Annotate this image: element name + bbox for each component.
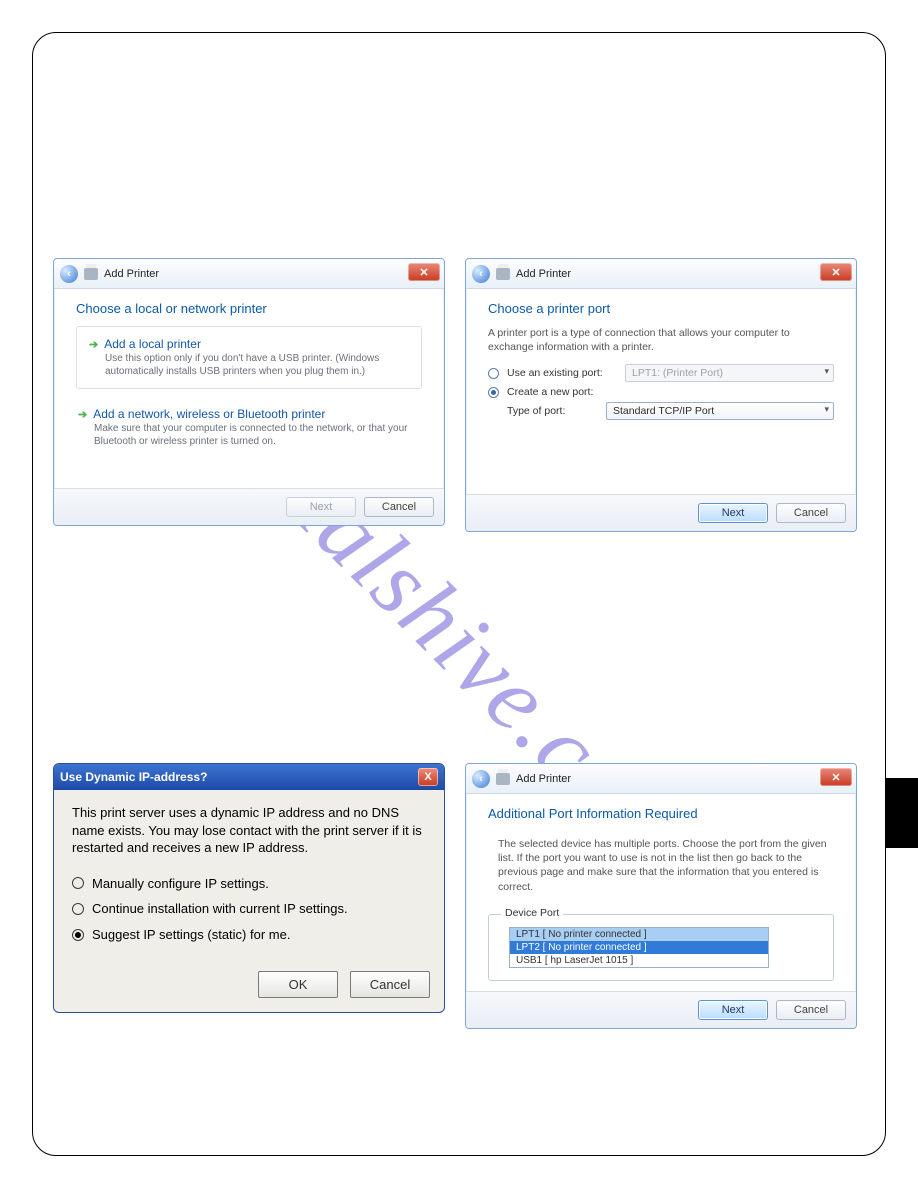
printer-icon: [496, 268, 510, 280]
cancel-button[interactable]: Cancel: [350, 971, 430, 998]
arrow-icon: ➔: [78, 408, 87, 421]
cancel-button[interactable]: Cancel: [776, 503, 846, 523]
device-port-list[interactable]: LPT1 [ No printer connected ] LPT2 [ No …: [509, 927, 769, 968]
dialog-titlebar: ‹ Add Printer ✕: [466, 259, 856, 289]
wizard-heading: Choose a printer port: [488, 301, 834, 316]
option-subtitle: Use this option only if you don't have a…: [89, 353, 409, 378]
radio-label: Suggest IP settings (static) for me.: [92, 926, 290, 944]
close-button[interactable]: ✕: [408, 263, 440, 281]
side-tab: [885, 778, 918, 848]
field-label: Type of port:: [507, 405, 598, 417]
wizard-heading: Choose a local or network printer: [76, 301, 422, 316]
ok-button[interactable]: OK: [258, 971, 338, 998]
option-title: Add a local printer: [104, 337, 201, 351]
dialog-titlebar: ‹ Add Printer ✕: [54, 259, 444, 289]
back-icon[interactable]: ‹: [472, 265, 490, 283]
radio-create-new-port[interactable]: [488, 387, 499, 398]
next-button[interactable]: Next: [698, 1000, 768, 1020]
dialog-add-printer-choose-port: ‹ Add Printer ✕ Choose a printer port A …: [465, 258, 857, 532]
radio-use-existing-port[interactable]: [488, 368, 499, 379]
option-title: Add a network, wireless or Bluetooth pri…: [93, 407, 325, 421]
dialog-title: Add Printer: [516, 773, 571, 785]
wizard-description: A printer port is a type of connection t…: [488, 326, 834, 354]
arrow-icon: ➔: [89, 338, 98, 351]
cancel-button[interactable]: Cancel: [364, 497, 434, 517]
radio-manual-ip[interactable]: [72, 877, 84, 889]
next-button: Next: [286, 497, 356, 517]
dialog-additional-port-info: ‹ Add Printer ✕ Additional Port Informat…: [465, 763, 857, 1029]
option-add-network-printer[interactable]: ➔ Add a network, wireless or Bluetooth pr…: [76, 407, 422, 478]
radio-continue-current-ip[interactable]: [72, 903, 84, 915]
document-page: manualshive.com ‹ Add Printer ✕ Choose a…: [32, 32, 886, 1156]
existing-port-combo: LPT1: (Printer Port): [625, 364, 834, 382]
close-button[interactable]: X: [418, 768, 438, 786]
radio-label: Create a new port:: [507, 386, 617, 398]
fieldset-legend: Device Port: [501, 907, 563, 919]
radio-label: Manually configure IP settings.: [92, 875, 269, 893]
dialog-add-printer-choose-type: ‹ Add Printer ✕ Choose a local or networ…: [53, 258, 445, 526]
list-item[interactable]: USB1 [ hp LaserJet 1015 ]: [510, 954, 768, 967]
cancel-button[interactable]: Cancel: [776, 1000, 846, 1020]
dialog-body-text: This print server uses a dynamic IP addr…: [72, 804, 426, 857]
wizard-description: The selected device has multiple ports. …: [488, 831, 834, 894]
device-port-fieldset: Device Port LPT1 [ No printer connected …: [488, 914, 834, 981]
dialog-use-dynamic-ip: Use Dynamic IP-address? X This print ser…: [53, 763, 445, 1013]
dialog-titlebar: ‹ Add Printer ✕: [466, 764, 856, 794]
radio-label: Continue installation with current IP se…: [92, 900, 348, 918]
printer-icon: [496, 773, 510, 785]
option-subtitle: Make sure that your computer is connecte…: [78, 423, 420, 448]
radio-suggest-static-ip[interactable]: [72, 929, 84, 941]
port-type-combo[interactable]: Standard TCP/IP Port: [606, 402, 834, 420]
radio-label: Use an existing port:: [507, 367, 617, 379]
dialog-title: Add Printer: [104, 268, 159, 280]
wizard-heading: Additional Port Information Required: [488, 806, 834, 821]
next-button[interactable]: Next: [698, 503, 768, 523]
dialog-title: Use Dynamic IP-address?: [60, 770, 207, 784]
printer-icon: [84, 268, 98, 280]
dialog-title: Add Printer: [516, 268, 571, 280]
close-button[interactable]: ✕: [820, 263, 852, 281]
close-button[interactable]: ✕: [820, 768, 852, 786]
dialog-titlebar: Use Dynamic IP-address? X: [54, 764, 444, 790]
list-item[interactable]: LPT2 [ No printer connected ]: [510, 941, 768, 954]
list-item[interactable]: LPT1 [ No printer connected ]: [510, 928, 768, 941]
back-icon[interactable]: ‹: [60, 265, 78, 283]
option-add-local-printer[interactable]: ➔ Add a local printer Use this option onl…: [76, 326, 422, 389]
back-icon[interactable]: ‹: [472, 770, 490, 788]
